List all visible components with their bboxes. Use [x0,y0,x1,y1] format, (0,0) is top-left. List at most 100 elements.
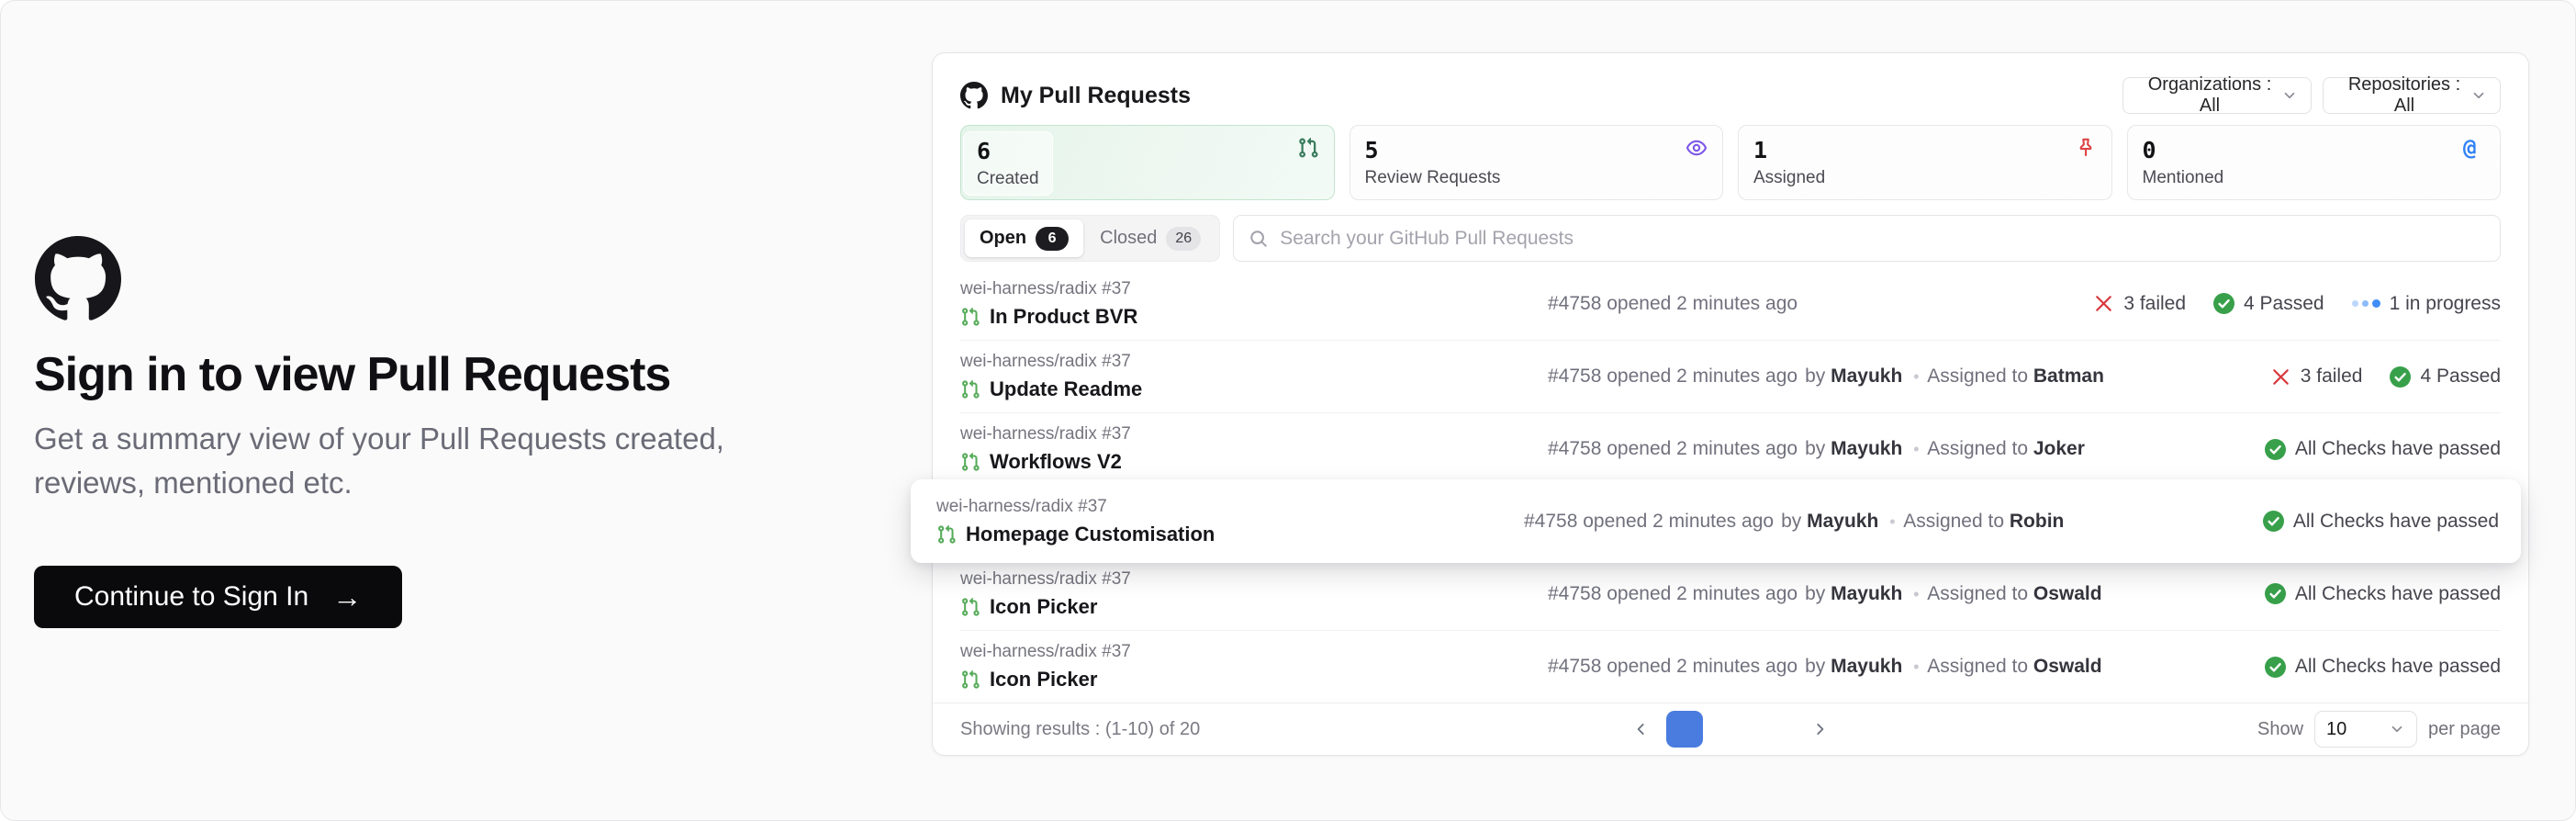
signin-description-line1: Get a summary view of your Pull Requests… [34,422,724,455]
page-button-2[interactable] [1712,711,1749,748]
assignee-name: Oswald [2033,656,2102,677]
author-name: Mayukh [1831,583,1902,604]
panel-title: My Pull Requests [1001,83,1191,109]
checks-status: 3 failed 4 Passed 1 in progress [2093,293,2501,315]
check-status: 4 Passed [2390,366,2501,388]
check-status: 1 in progress [2352,293,2501,315]
stat-card-created[interactable]: 6 Created [960,125,1335,200]
assignee-name: Robin [2010,511,2064,532]
pull-request-icon [936,524,957,545]
stat-card-mentioned[interactable]: 0 Mentioned @ [2127,125,2502,200]
results-summary: Showing results : (1-10) of 20 [960,719,1200,740]
x-failed-icon [2093,293,2114,314]
check-passed-icon [2265,439,2286,460]
check-label: All Checks have passed [2293,511,2499,533]
at-icon: @ [2463,137,2485,159]
check-status: 3 failed [2270,366,2363,388]
pull-request-row[interactable]: wei-harness/radix #37 Workflows V2 #4758… [960,412,2501,485]
dot-separator: • [1913,440,1919,458]
pull-requests-panel: My Pull Requests Organizations : All Rep… [932,52,2529,756]
stat-card-review-requests[interactable]: 5 Review Requests [1350,125,1724,200]
pull-request-meta: #4758 opened 2 minutes ago by Mayukh • A… [1548,656,2265,678]
check-label: 4 Passed [2420,366,2501,388]
pull-request-row[interactable]: wei-harness/radix #37 In Product BVR #47… [960,267,2501,340]
stat-value: 5 [1365,137,1501,163]
author-name: Mayukh [1831,366,1902,387]
dot-separator: • [1913,585,1919,603]
signin-section: Sign in to view Pull Requests Get a summ… [34,236,906,628]
page-button-1[interactable] [1666,711,1703,748]
check-status: All Checks have passed [2263,511,2499,533]
pull-request-meta: #4758 opened 2 minutes ago by Mayukh • A… [1548,583,2265,605]
checks-status: All Checks have passed [2265,583,2501,605]
check-icon [2265,657,2286,678]
panel-header: My Pull Requests Organizations : All Rep… [960,77,2501,114]
pull-request-icon [960,669,980,690]
check-status: All Checks have passed [2265,438,2501,460]
github-logo-icon [960,82,988,109]
arrow-right-icon: → [332,582,362,612]
tab-closed[interactable]: Closed 26 [1085,219,1215,257]
check-label: 3 failed [2123,293,2186,315]
x-icon [2093,293,2114,314]
chevron-left-icon [1633,721,1650,737]
at-icon: @ [2463,135,2476,161]
check-status: 4 Passed [2213,293,2324,315]
signin-description-line2: reviews, mentioned etc. [34,466,353,500]
assignee-name: Joker [2033,438,2085,459]
stat-label: Assigned [1753,168,1825,188]
pull-request-meta: #4758 opened 2 minutes ago [1548,293,2093,315]
check-passed-icon [2265,583,2286,604]
per-page-label: per page [2428,719,2501,740]
check-passed-icon [2213,293,2234,314]
author-name: Mayukh [1831,438,1902,459]
check-label: All Checks have passed [2295,583,2501,605]
stat-label: Created [977,169,1039,189]
show-label: Show [2257,719,2303,740]
x-failed-icon [2270,366,2291,388]
chevron-down-icon [2389,721,2405,737]
previous-page-button[interactable] [1626,711,1657,748]
next-page-button[interactable] [1804,711,1835,748]
pull-request-icon [1297,137,1319,159]
stat-card-assigned[interactable]: 1 Assigned [1738,125,2112,200]
stat-label: Mentioned [2143,168,2224,188]
pull-request-row[interactable]: wei-harness/radix #37 Homepage Customisa… [911,479,2521,563]
check-passed-icon [2263,511,2284,532]
continue-signin-button[interactable]: Continue to Sign In → [34,566,402,628]
assignee-name: Batman [2033,366,2104,387]
filter-dropdown-repositories[interactable]: Repositories : All [2323,77,2501,114]
pagination [1626,711,1835,748]
repo-name: wei-harness/radix #37 [960,279,1548,299]
pull-request-title: Workflows V2 [990,450,1122,474]
check-icon [2263,511,2284,532]
check-icon [2213,293,2234,314]
x-icon [2270,366,2291,388]
continue-signin-label: Continue to Sign In [74,581,308,613]
page-size-select[interactable]: 10 [2314,711,2417,748]
pull-request-row[interactable]: wei-harness/radix #37 Update Readme #475… [960,340,2501,412]
checks-status: All Checks have passed [2265,656,2501,678]
pull-request-row[interactable]: wei-harness/radix #37 Icon Picker #4758 … [960,557,2501,630]
checks-status: All Checks have passed [2265,438,2501,460]
checks-status: All Checks have passed [2263,511,2499,533]
search-box[interactable] [1233,215,2501,262]
filter-dropdowns: Organizations : All Repositories : All [2122,77,2501,114]
stat-value: 1 [1753,137,1825,163]
pull-request-icon [960,452,980,472]
page-button-3[interactable] [1758,711,1795,748]
search-icon [1249,229,1269,249]
stat-label: Review Requests [1365,168,1501,188]
in-progress-dots-icon [2352,299,2380,308]
pull-request-row[interactable]: wei-harness/radix #37 Icon Picker #4758 … [960,630,2501,703]
repo-name: wei-harness/radix #37 [960,352,1548,372]
search-input[interactable] [1280,228,2485,250]
pull-request-meta: #4758 opened 2 minutes ago by Mayukh • A… [1548,438,2265,460]
filter-dropdown-organizations[interactable]: Organizations : All [2122,77,2312,114]
pull-request-icon [1297,137,1319,159]
pull-request-list: wei-harness/radix #37 In Product BVR #47… [960,267,2501,703]
dot-separator: • [1913,658,1919,676]
tab-open[interactable]: Open 6 [965,219,1083,257]
check-label: All Checks have passed [2295,438,2501,460]
author-name: Mayukh [1807,511,1878,532]
